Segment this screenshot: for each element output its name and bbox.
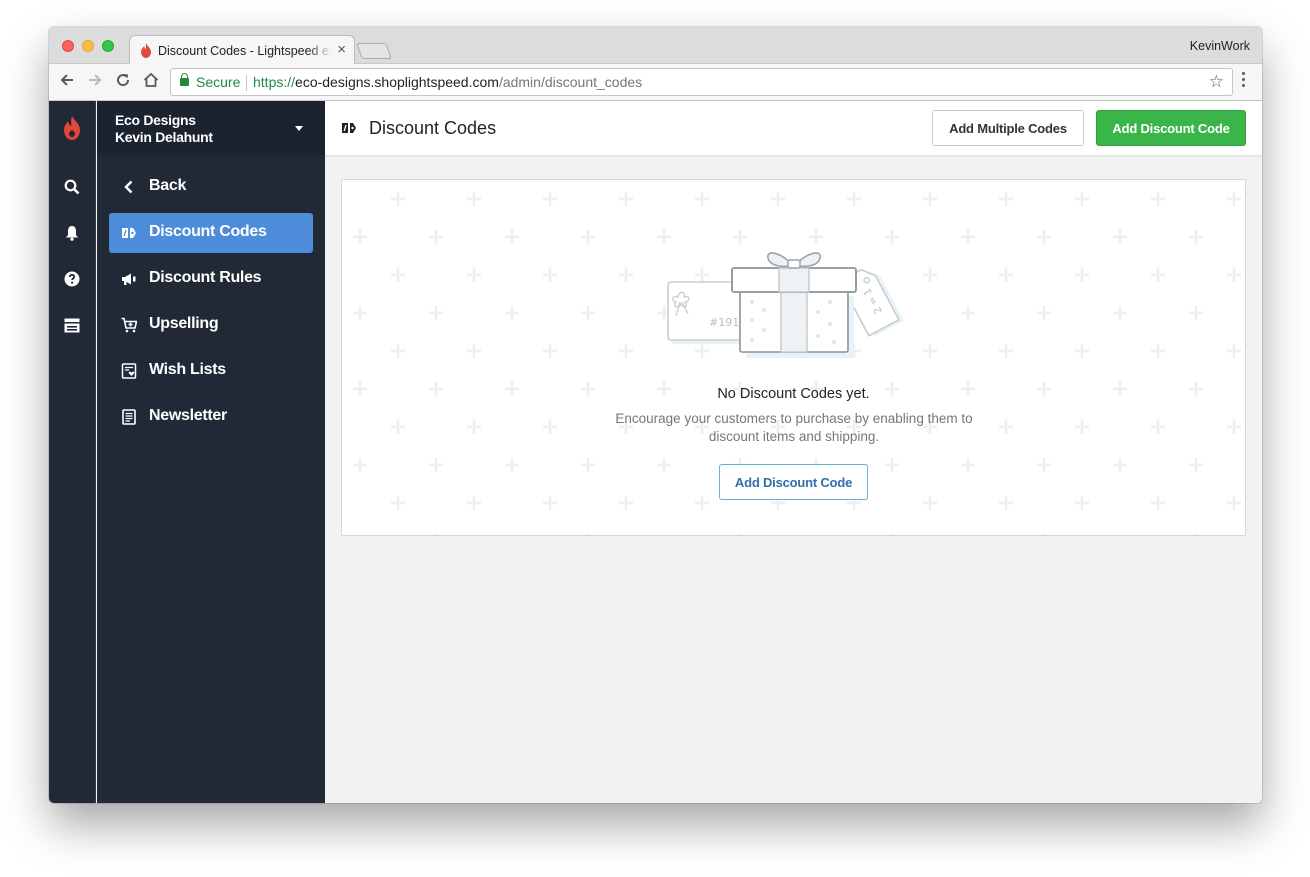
add-discount-code-button[interactable]: Add Discount Code bbox=[1096, 110, 1246, 146]
tab-title-fade bbox=[308, 40, 332, 62]
forward-arrow-icon[interactable] bbox=[84, 71, 106, 93]
add-multiple-codes-button[interactable]: Add Multiple Codes bbox=[932, 110, 1084, 146]
bell-icon[interactable] bbox=[61, 222, 83, 244]
browser-tab[interactable]: Discount Codes - Lightspeed eCom × bbox=[129, 35, 355, 65]
empty-state-add-discount-code-button[interactable]: Add Discount Code bbox=[719, 464, 868, 500]
sidebar-item-upselling[interactable]: Upselling bbox=[109, 305, 313, 345]
chevron-left-icon bbox=[124, 180, 133, 194]
bookmark-star-icon[interactable]: ☆ bbox=[1209, 72, 1224, 92]
reload-icon[interactable] bbox=[112, 71, 134, 93]
page-title: Discount Codes bbox=[369, 118, 497, 138]
empty-state-card: #191 2 = 1 No Discount Codes yet. Encour… bbox=[341, 179, 1246, 536]
lock-icon bbox=[180, 73, 189, 86]
store-switcher[interactable]: Eco Designs Kevin Delahunt bbox=[97, 101, 325, 155]
lightspeed-favicon-icon bbox=[141, 43, 151, 58]
back-arrow-icon[interactable] bbox=[56, 71, 78, 93]
tab-title: Discount Codes - Lightspeed eCom bbox=[158, 44, 330, 58]
main-content: Discount Codes Add Multiple Codes Add Di… bbox=[325, 101, 1262, 803]
search-icon[interactable] bbox=[61, 176, 83, 198]
maximize-window-button[interactable] bbox=[102, 40, 114, 52]
discount-code-icon bbox=[122, 228, 136, 238]
new-tab-button[interactable] bbox=[356, 43, 392, 59]
profile-name[interactable]: KevinWork bbox=[1190, 39, 1250, 53]
store-name: Eco Designs bbox=[115, 112, 196, 128]
sidebar-item-wish-lists[interactable]: Wish Lists bbox=[109, 351, 313, 391]
store-user: Kevin Delahunt bbox=[115, 129, 213, 145]
cart-plus-icon bbox=[121, 317, 137, 333]
browser-toolbar: Secure https://eco-designs.shoplightspee… bbox=[49, 64, 1262, 101]
title-bar: Discount Codes - Lightspeed eCom × Kevin… bbox=[49, 27, 1262, 65]
sidebar-item-discount-rules[interactable]: Discount Rules bbox=[109, 259, 313, 299]
browser-window: Discount Codes - Lightspeed eCom × Kevin… bbox=[49, 27, 1262, 803]
storefront-icon[interactable] bbox=[61, 314, 83, 336]
megaphone-icon bbox=[122, 273, 136, 285]
sidebar-item-label: Newsletter bbox=[149, 407, 227, 424]
sidebar-item-newsletter[interactable]: Newsletter bbox=[109, 397, 313, 437]
sidebar-item-back[interactable]: Back bbox=[109, 167, 313, 207]
sidebar: Eco Designs Kevin Delahunt Back Discount… bbox=[97, 101, 325, 803]
url-separator bbox=[246, 75, 247, 91]
minimize-window-button[interactable] bbox=[82, 40, 94, 52]
chevron-down-icon bbox=[295, 126, 303, 131]
lightspeed-logo-icon[interactable] bbox=[61, 116, 83, 140]
browser-menu-icon[interactable] bbox=[1242, 72, 1246, 92]
help-icon[interactable] bbox=[61, 268, 83, 290]
app-area: Eco Designs Kevin Delahunt Back Discount… bbox=[49, 101, 1262, 803]
url-path: /admin/discount_codes bbox=[498, 74, 643, 90]
discount-code-icon bbox=[342, 123, 356, 133]
url-host: eco-designs.shoplightspeed.com bbox=[295, 74, 499, 90]
wishlist-icon bbox=[121, 363, 137, 379]
empty-state-description: Encourage your customers to purchase by … bbox=[615, 411, 973, 444]
close-tab-icon[interactable]: × bbox=[337, 41, 346, 58]
sidebar-item-label: Discount Rules bbox=[149, 269, 262, 286]
close-window-button[interactable] bbox=[62, 40, 74, 52]
url-text[interactable]: https://eco-designs.shoplightspeed.com/a… bbox=[253, 74, 642, 90]
newsletter-icon bbox=[122, 409, 136, 425]
secure-label: Secure bbox=[196, 74, 241, 90]
home-icon[interactable] bbox=[140, 71, 162, 93]
sidebar-item-label: Upselling bbox=[149, 315, 219, 332]
gift-illustration: #191 2 = 1 bbox=[667, 252, 904, 358]
sidebar-item-label: Back bbox=[149, 177, 187, 194]
page-header: Discount Codes Add Multiple Codes Add Di… bbox=[325, 101, 1262, 155]
sidebar-item-label: Wish Lists bbox=[149, 361, 226, 378]
address-bar[interactable]: Secure https://eco-designs.shoplightspee… bbox=[170, 68, 1233, 96]
sidebar-item-label: Discount Codes bbox=[149, 223, 267, 240]
empty-state-title: No Discount Codes yet. bbox=[717, 386, 870, 402]
icon-rail bbox=[49, 101, 96, 803]
gift-card-number: #191 bbox=[709, 316, 739, 329]
sidebar-item-discount-codes[interactable]: Discount Codes bbox=[109, 213, 313, 253]
url-scheme: https:// bbox=[253, 74, 296, 90]
